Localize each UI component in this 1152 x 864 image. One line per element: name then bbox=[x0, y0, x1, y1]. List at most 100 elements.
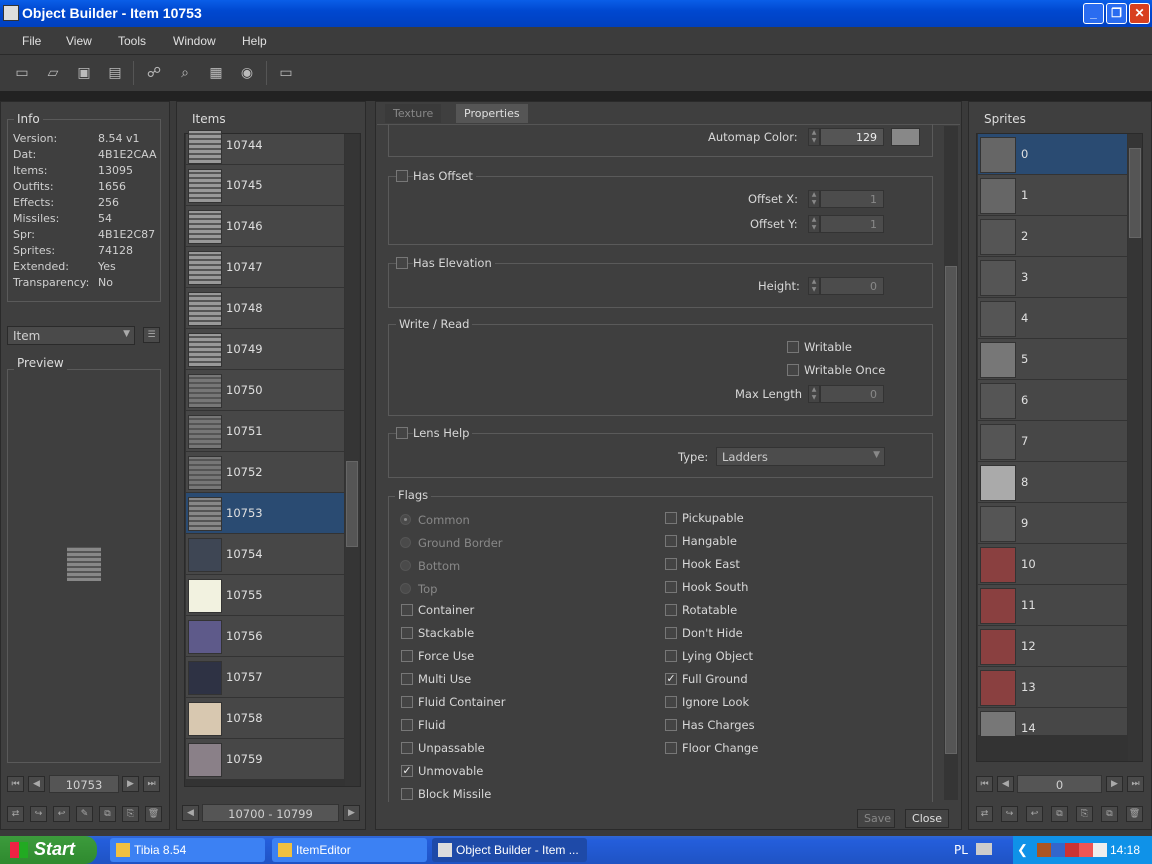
has-elevation-checkbox[interactable] bbox=[396, 257, 408, 269]
sprites-scroll-thumb[interactable] bbox=[1129, 148, 1141, 238]
next-icon[interactable]: ▶ bbox=[122, 776, 139, 792]
sprite-next-icon[interactable]: ▶ bbox=[1106, 776, 1123, 792]
writable-once-checkbox[interactable] bbox=[787, 364, 799, 376]
start-button[interactable]: Start bbox=[0, 836, 97, 864]
close-window-button[interactable]: ✕ bbox=[1129, 3, 1150, 24]
prev-page-icon[interactable]: ◀ bbox=[182, 805, 199, 821]
sprite-action-icon[interactable]: ↪ bbox=[1001, 806, 1018, 822]
don-t-hide-checkbox[interactable] bbox=[665, 627, 677, 639]
list-item[interactable]: 10748 bbox=[186, 288, 344, 329]
items-scroll-thumb[interactable] bbox=[346, 461, 358, 547]
first-icon[interactable]: ⏮ bbox=[7, 776, 24, 792]
menu-tools[interactable]: Tools bbox=[118, 34, 146, 48]
hangable-checkbox[interactable] bbox=[665, 535, 677, 547]
sprite-item[interactable]: 6 bbox=[978, 380, 1127, 421]
sprite-item[interactable]: 0 bbox=[978, 134, 1127, 175]
radio-common[interactable] bbox=[400, 514, 411, 525]
sprite-item[interactable]: 8 bbox=[978, 462, 1127, 503]
list-item[interactable]: 10757 bbox=[186, 657, 344, 698]
save-icon[interactable]: ▣ bbox=[76, 65, 92, 81]
sprite-first-icon[interactable]: ⏮ bbox=[976, 776, 993, 792]
close-button[interactable]: Close bbox=[905, 809, 949, 828]
properties-scroll-thumb[interactable] bbox=[945, 266, 957, 754]
next-page-icon[interactable]: ▶ bbox=[343, 805, 360, 821]
fluid-checkbox[interactable] bbox=[401, 719, 413, 731]
sprite-last-icon[interactable]: ⏭ bbox=[1127, 776, 1144, 792]
radio-ground-border[interactable] bbox=[400, 537, 411, 548]
list-item[interactable]: 10750 bbox=[186, 370, 344, 411]
tray-icons[interactable] bbox=[1037, 843, 1107, 857]
keyboard-icon[interactable] bbox=[976, 843, 992, 855]
sprite-action-icon[interactable]: 🗑 bbox=[1126, 806, 1143, 822]
writable-checkbox[interactable] bbox=[787, 341, 799, 353]
lens-help-checkbox[interactable] bbox=[396, 427, 408, 439]
stackable-checkbox[interactable] bbox=[401, 627, 413, 639]
category-select[interactable]: Item ▼ bbox=[7, 326, 135, 345]
action-icon[interactable]: ⎘ bbox=[122, 806, 139, 822]
task-tibia[interactable]: Tibia 8.54 bbox=[110, 838, 265, 862]
task-itemeditor[interactable]: ItemEditor bbox=[272, 838, 427, 862]
sprite-action-icon[interactable]: ⧉ bbox=[1101, 806, 1118, 822]
list-item[interactable]: 10751 bbox=[186, 411, 344, 452]
open-folder-icon[interactable]: ▱ bbox=[45, 65, 61, 81]
minimize-button[interactable]: _ bbox=[1083, 3, 1104, 24]
save-button[interactable]: Save bbox=[857, 809, 895, 828]
offset-x-spinner[interactable]: ▲ ▼ bbox=[808, 190, 820, 208]
action-icon[interactable]: ↩ bbox=[53, 806, 70, 822]
action-icon[interactable]: ↪ bbox=[30, 806, 47, 822]
list-options-icon[interactable]: ☰ bbox=[143, 327, 160, 343]
hook-south-checkbox[interactable] bbox=[665, 581, 677, 593]
language-indicator[interactable]: PL bbox=[954, 843, 968, 857]
sprite-prev-icon[interactable]: ◀ bbox=[997, 776, 1014, 792]
sprite-item[interactable]: 11 bbox=[978, 585, 1127, 626]
menu-help[interactable]: Help bbox=[242, 34, 267, 48]
play-icon[interactable]: ◉ bbox=[239, 65, 255, 81]
log-icon[interactable]: ▭ bbox=[278, 65, 294, 81]
offset-y-input[interactable]: 1 bbox=[820, 215, 884, 233]
offset-x-input[interactable]: 1 bbox=[820, 190, 884, 208]
pickupable-checkbox[interactable] bbox=[665, 512, 677, 524]
sprite-action-icon[interactable]: ⧉ bbox=[1051, 806, 1068, 822]
sprite-item[interactable]: 12 bbox=[978, 626, 1127, 667]
sprite-item[interactable]: 14 bbox=[978, 708, 1127, 737]
list-item[interactable]: 10755 bbox=[186, 575, 344, 616]
sprite-item[interactable]: 7 bbox=[978, 421, 1127, 462]
tab-texture[interactable]: Texture bbox=[385, 104, 442, 123]
properties-scrollbar[interactable] bbox=[944, 126, 958, 800]
binoculars-icon[interactable]: ☍ bbox=[146, 65, 162, 81]
maximize-button[interactable]: ❐ bbox=[1106, 3, 1127, 24]
automap-color-swatch[interactable] bbox=[891, 128, 920, 146]
force-use-checkbox[interactable] bbox=[401, 650, 413, 662]
lying-object-checkbox[interactable] bbox=[665, 650, 677, 662]
automap-spinner[interactable]: ▲ ▼ bbox=[808, 128, 820, 146]
menu-view[interactable]: View bbox=[66, 34, 92, 48]
automap-input[interactable]: 129 bbox=[820, 128, 884, 146]
sprite-item[interactable]: 13 bbox=[978, 667, 1127, 708]
sprite-item[interactable]: 4 bbox=[978, 298, 1127, 339]
sprite-item[interactable]: 9 bbox=[978, 503, 1127, 544]
sprite-item[interactable]: 1 bbox=[978, 175, 1127, 216]
chevron-left-icon[interactable]: ❮ bbox=[1017, 842, 1028, 858]
sprite-action-icon[interactable]: ⎘ bbox=[1076, 806, 1093, 822]
height-input[interactable]: 0 bbox=[820, 277, 884, 295]
sprite-action-icon[interactable]: ↩ bbox=[1026, 806, 1043, 822]
unmovable-checkbox[interactable]: ✓ bbox=[401, 765, 413, 777]
rotatable-checkbox[interactable] bbox=[665, 604, 677, 616]
sprite-item[interactable]: 3 bbox=[978, 257, 1127, 298]
has-charges-checkbox[interactable] bbox=[665, 719, 677, 731]
full-ground-checkbox[interactable]: ✓ bbox=[665, 673, 677, 685]
list-item[interactable]: 10744 bbox=[186, 130, 344, 165]
multi-use-checkbox[interactable] bbox=[401, 673, 413, 685]
search-icon[interactable]: ⌕ bbox=[177, 65, 193, 81]
save-as-icon[interactable]: ▤ bbox=[107, 65, 123, 81]
unpassable-checkbox[interactable] bbox=[401, 742, 413, 754]
prev-icon[interactable]: ◀ bbox=[28, 776, 45, 792]
has-offset-checkbox[interactable] bbox=[396, 170, 408, 182]
radio-top[interactable] bbox=[400, 583, 411, 594]
list-item[interactable]: 10756 bbox=[186, 616, 344, 657]
action-icon[interactable]: 🗑 bbox=[145, 806, 162, 822]
max-length-spinner[interactable]: ▲ ▼ bbox=[808, 385, 820, 403]
list-item[interactable]: 10747 bbox=[186, 247, 344, 288]
task-object-builder[interactable]: Object Builder - Item ... bbox=[432, 838, 587, 862]
sprite-id-input[interactable]: 0 bbox=[1017, 775, 1102, 793]
